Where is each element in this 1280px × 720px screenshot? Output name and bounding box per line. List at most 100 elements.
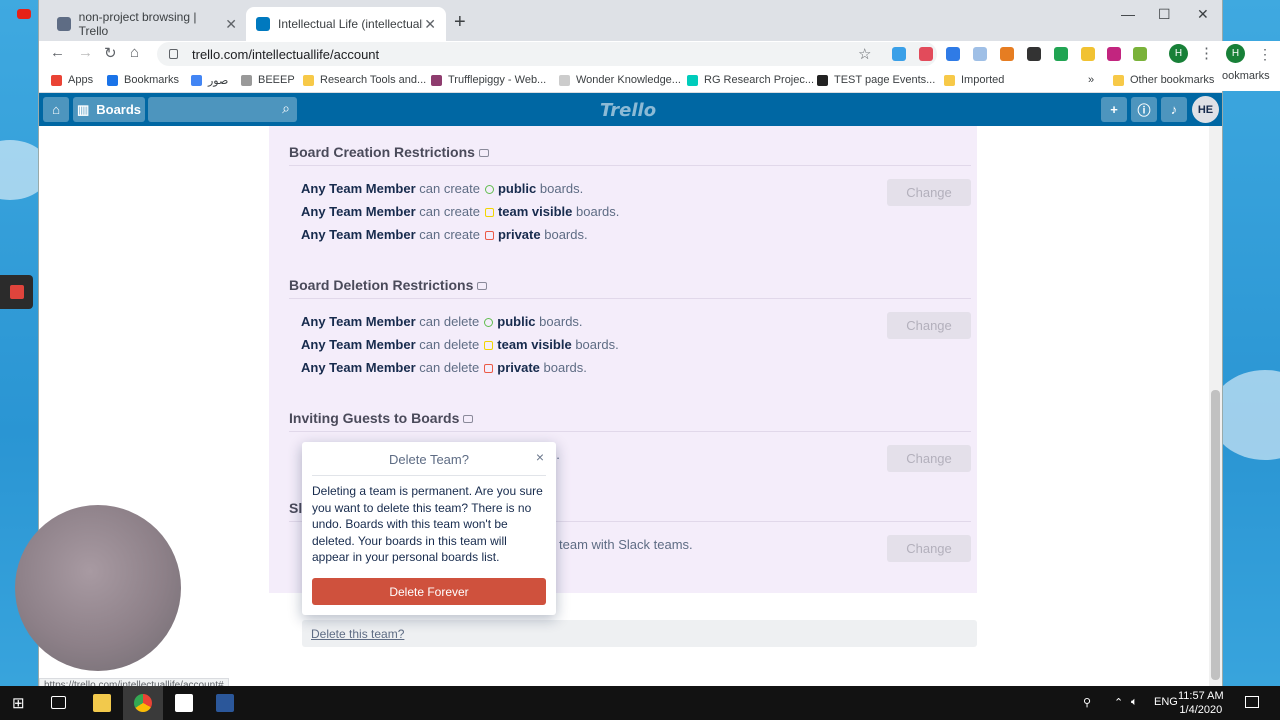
- divider: [289, 298, 971, 299]
- task-view-icon[interactable]: [51, 696, 66, 709]
- change-guests-button[interactable]: Change: [887, 445, 971, 472]
- menu-icon[interactable]: ⋮: [1199, 44, 1214, 62]
- divider: [289, 431, 971, 432]
- extension-icon[interactable]: [1133, 47, 1147, 61]
- forward-icon[interactable]: →: [78, 44, 93, 61]
- close-tab-icon[interactable]: ✕: [424, 16, 436, 33]
- background-window-strip: H ⋮ ookmarks: [1222, 41, 1280, 91]
- delete-forever-button[interactable]: Delete Forever: [312, 578, 546, 605]
- bookmark-research-tools[interactable]: Research Tools and...: [303, 74, 426, 86]
- inviting-guests-title: Inviting Guests to Boards: [289, 410, 474, 426]
- creation-team-line: Any Team Member can create team visible b…: [301, 204, 620, 219]
- home-button[interactable]: ⌂: [43, 97, 69, 122]
- browser-toolbar: ← → ↻ ⌂ trello.com/intellectuallife/acco…: [39, 41, 1222, 69]
- info-button[interactable]: ⓘ: [1131, 97, 1157, 122]
- bookmark-test-page[interactable]: TEST page Events...: [817, 74, 935, 86]
- word-icon[interactable]: [216, 694, 234, 712]
- chrome-icon[interactable]: [134, 694, 152, 712]
- lightbulb-icon[interactable]: [1081, 47, 1095, 61]
- extension-icon[interactable]: [1000, 47, 1014, 61]
- browser-window: non-project browsing | Trello ✕ Intellec…: [39, 0, 1222, 686]
- business-class-icon: [477, 282, 488, 291]
- new-tab-icon[interactable]: +: [454, 11, 466, 34]
- search-input[interactable]: ⌕: [148, 97, 297, 122]
- slack-setting-text: team with Slack teams.: [559, 537, 693, 552]
- people-icon[interactable]: ⚲: [1083, 696, 1091, 709]
- change-deletion-button[interactable]: Change: [887, 312, 971, 339]
- plus-icon: +: [1110, 102, 1118, 117]
- extension-icon[interactable]: [946, 47, 960, 61]
- clock[interactable]: 11:57 AM 1/4/2020: [1178, 689, 1224, 717]
- member-avatar[interactable]: HE: [1192, 96, 1219, 123]
- bookmark-rg-research[interactable]: RG Research Projec...: [687, 74, 814, 86]
- bookmark-imported[interactable]: Imported: [944, 74, 1004, 86]
- windows-taskbar: ⊞ ⚲ ⌃ 🔈︎ ENG 11:57 AM 1/4/2020: [0, 686, 1280, 720]
- creation-public-line: Any Team Member can create public boards.: [301, 181, 584, 196]
- bookmark-other[interactable]: Other bookmarks: [1113, 74, 1214, 86]
- page-scrollbar[interactable]: [1209, 126, 1222, 686]
- delete-team-link[interactable]: Delete this team?: [311, 627, 404, 641]
- close-tab-icon[interactable]: ✕: [225, 16, 237, 33]
- board-deletion-title: Board Deletion Restrictions: [289, 277, 488, 293]
- business-class-icon: [478, 149, 489, 158]
- bookmark-partial[interactable]: ookmarks: [1222, 70, 1270, 82]
- home-icon[interactable]: ⌂: [130, 44, 139, 61]
- scrollbar-thumb[interactable]: [1211, 390, 1220, 680]
- boards-icon: ▥: [76, 101, 90, 117]
- overflow-chevron-icon[interactable]: »: [1088, 74, 1094, 86]
- pocket-icon[interactable]: [919, 47, 933, 61]
- close-window-icon[interactable]: ✕: [1197, 6, 1209, 23]
- minimize-icon[interactable]: —: [1121, 6, 1135, 22]
- menu-icon[interactable]: ⋮: [1258, 46, 1272, 63]
- lock-icon: [169, 49, 178, 59]
- bookmark-bookmarks[interactable]: Bookmarks: [107, 74, 179, 86]
- bookmark-images[interactable]: صور: [191, 74, 228, 87]
- boards-button[interactable]: ▥ Boards: [73, 97, 145, 122]
- private-lock-icon: [484, 364, 494, 373]
- file-explorer-icon[interactable]: [93, 694, 111, 712]
- notifications-icon[interactable]: [1245, 696, 1259, 708]
- trello-logo[interactable]: Trello: [600, 100, 656, 121]
- windows-start-icon[interactable]: ⊞: [12, 694, 30, 712]
- deletion-team-line: Any Team Member can delete team visible b…: [301, 337, 619, 352]
- team-settings-content: Board Creation Restrictions Any Team Mem…: [39, 126, 1209, 686]
- back-icon[interactable]: ←: [50, 44, 65, 61]
- add-button[interactable]: +: [1101, 97, 1127, 122]
- home-icon: ⌂: [52, 102, 60, 117]
- profile-avatar[interactable]: H: [1226, 44, 1245, 63]
- search-icon[interactable]: ⌕: [282, 100, 290, 117]
- record-icon: [10, 285, 24, 299]
- bookmark-wonder[interactable]: Wonder Knowledge...: [559, 74, 681, 86]
- tray-chevron-icon[interactable]: ⌃: [1114, 696, 1123, 709]
- extension-icon[interactable]: [1027, 47, 1041, 61]
- maximize-icon[interactable]: ☐: [1158, 6, 1171, 23]
- team-visible-icon: [484, 208, 494, 217]
- change-slack-button[interactable]: Change: [887, 535, 971, 562]
- bookmark-star-icon[interactable]: ☆: [858, 45, 871, 63]
- notifications-button[interactable]: ♪: [1161, 97, 1187, 122]
- mail-icon[interactable]: [175, 694, 193, 712]
- bookmark-beeep[interactable]: BEEEP: [241, 74, 295, 86]
- language-indicator[interactable]: ENG: [1154, 696, 1178, 708]
- bookmark-trufflepiggy[interactable]: Trufflepiggy - Web...: [431, 74, 546, 86]
- extension-icon[interactable]: [1054, 47, 1068, 61]
- delete-team-bar: Delete this team?: [302, 620, 977, 647]
- info-icon: ⓘ: [1137, 103, 1151, 118]
- extension-icon[interactable]: [1107, 47, 1121, 61]
- private-lock-icon: [484, 231, 494, 240]
- change-creation-button[interactable]: Change: [887, 179, 971, 206]
- close-icon[interactable]: ×: [536, 449, 544, 465]
- tab-non-project[interactable]: non-project browsing | Trello ✕: [47, 7, 247, 41]
- tab-title: Intellectual Life (intellectuallife) |: [278, 17, 423, 31]
- address-bar[interactable]: trello.com/intellectuallife/account: [157, 42, 937, 66]
- reload-icon[interactable]: ↻: [104, 44, 117, 62]
- tab-intellectual-life[interactable]: Intellectual Life (intellectuallife) | ✕: [246, 7, 446, 41]
- screen-recorder-button[interactable]: [0, 275, 33, 309]
- delete-team-popover: Delete Team? × Deleting a team is perman…: [302, 442, 556, 615]
- extension-icon[interactable]: [892, 47, 906, 61]
- search-extension-icon[interactable]: [973, 47, 987, 61]
- profile-avatar[interactable]: H: [1169, 44, 1188, 63]
- bookmark-apps[interactable]: Apps: [51, 74, 93, 86]
- divider: [289, 165, 971, 166]
- speaker-icon[interactable]: 🔈︎: [1131, 696, 1138, 709]
